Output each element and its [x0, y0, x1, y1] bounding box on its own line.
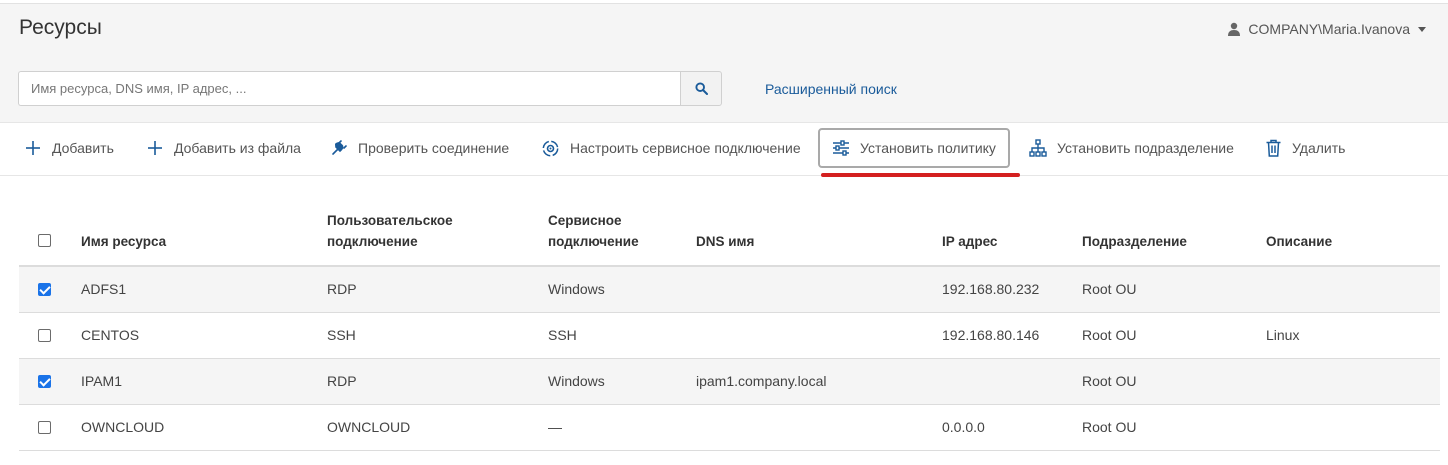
cell-service-connection: —: [548, 419, 562, 435]
table-row[interactable]: CENTOS SSH SSH 192.168.80.146 Root OU Li…: [19, 313, 1440, 359]
plus-icon: [148, 141, 162, 155]
column-header-name[interactable]: Имя ресурса: [81, 231, 166, 252]
cell-ip: 192.168.80.232: [942, 281, 1040, 297]
set-unit-label: Установить подразделение: [1057, 140, 1234, 156]
check-connection-label: Проверить соединение: [358, 140, 510, 156]
add-from-file-button[interactable]: Добавить из файла: [146, 124, 301, 172]
cell-description: Linux: [1266, 327, 1300, 343]
search-button[interactable]: [680, 71, 722, 106]
cell-user-connection: RDP: [327, 281, 357, 297]
cell-unit: Root OU: [1082, 327, 1137, 343]
row-checkbox[interactable]: [38, 375, 51, 388]
hierarchy-icon: [1029, 139, 1047, 157]
resources-page: Ресурсы COMPANY\Maria.Ivanova Расширенны…: [0, 0, 1448, 465]
select-all-checkbox[interactable]: [38, 234, 51, 247]
column-header-user-connection-line1: Пользовательское: [327, 213, 453, 228]
cell-name: IPAM1: [81, 373, 122, 389]
service-settings-icon: [542, 140, 559, 156]
add-button-label: Добавить: [52, 140, 114, 156]
set-policy-label: Установить политику: [860, 140, 996, 156]
add-from-file-label: Добавить из файла: [174, 140, 301, 156]
configure-service-connection-button[interactable]: Настроить сервисное подключение: [541, 124, 801, 172]
search-bar: Расширенный поиск: [0, 55, 1448, 123]
user-name: COMPANY\Maria.Ivanova: [1248, 21, 1410, 37]
search-icon: [694, 82, 708, 95]
cell-user-connection: SSH: [327, 327, 356, 343]
table-row[interactable]: ADFS1 RDP Windows 192.168.80.232 Root OU: [19, 267, 1440, 313]
plus-icon: [26, 141, 40, 155]
cell-dns: ipam1.company.local: [696, 373, 827, 389]
cell-service-connection: Windows: [548, 281, 605, 297]
column-header-service-connection[interactable]: Сервисное подключение: [548, 210, 639, 252]
cell-ip: 0.0.0.0: [942, 419, 985, 435]
page-header: Ресурсы COMPANY\Maria.Ivanova: [0, 3, 1448, 55]
cell-user-connection: RDP: [327, 373, 357, 389]
trash-icon: [1266, 139, 1281, 157]
service-connection-label: Настроить сервисное подключение: [570, 140, 801, 156]
cell-service-connection: SSH: [548, 327, 577, 343]
cell-service-connection: Windows: [548, 373, 605, 389]
check-connection-button[interactable]: Проверить соединение: [330, 124, 509, 172]
row-checkbox[interactable]: [38, 421, 51, 434]
column-header-user-connection[interactable]: Пользовательское подключение: [327, 210, 453, 252]
column-header-ip[interactable]: IP адрес: [942, 231, 997, 252]
red-underline-annotation: [821, 173, 1020, 177]
user-menu[interactable]: COMPANY\Maria.Ivanova: [1227, 21, 1426, 37]
search-input[interactable]: [18, 71, 681, 106]
row-checkbox[interactable]: [38, 329, 51, 342]
sliders-icon: [833, 140, 849, 156]
column-header-unit[interactable]: Подразделение: [1082, 231, 1187, 252]
table-row[interactable]: IPAM1 RDP Windows ipam1.company.local Ro…: [19, 359, 1440, 405]
delete-button[interactable]: Удалить: [1265, 124, 1345, 172]
column-header-description[interactable]: Описание: [1266, 231, 1332, 252]
table-header: Имя ресурса Пользовательское подключение…: [19, 205, 1440, 267]
cell-name: CENTOS: [81, 327, 140, 343]
column-header-service-connection-line1: Сервисное: [548, 213, 622, 228]
advanced-search-link[interactable]: Расширенный поиск: [765, 81, 897, 97]
column-header-service-connection-line2: подключение: [548, 234, 639, 249]
table-row[interactable]: OWNCLOUD OWNCLOUD — 0.0.0.0 Root OU: [19, 405, 1440, 451]
column-header-dns[interactable]: DNS имя: [696, 231, 754, 252]
cell-ip: 192.168.80.146: [942, 327, 1040, 343]
set-policy-button[interactable]: Установить политику: [832, 124, 996, 172]
column-header-user-connection-line2: подключение: [327, 234, 418, 249]
page-title: Ресурсы: [19, 16, 102, 39]
set-unit-button[interactable]: Установить подразделение: [1029, 124, 1234, 172]
cell-user-connection: OWNCLOUD: [327, 419, 411, 435]
cell-unit: Root OU: [1082, 281, 1137, 297]
cell-unit: Root OU: [1082, 419, 1137, 435]
chevron-down-icon: [1418, 26, 1426, 32]
plug-icon: [332, 140, 347, 155]
add-button[interactable]: Добавить: [24, 124, 114, 172]
user-icon: [1228, 22, 1241, 36]
cell-name: ADFS1: [81, 281, 127, 297]
delete-label: Удалить: [1292, 140, 1346, 156]
cell-unit: Root OU: [1082, 373, 1137, 389]
resources-table: Имя ресурса Пользовательское подключение…: [19, 205, 1440, 451]
cell-name: OWNCLOUD: [81, 419, 165, 435]
toolbar: Добавить Добавить из файла Проверить сое…: [0, 124, 1448, 177]
row-checkbox[interactable]: [38, 283, 51, 296]
